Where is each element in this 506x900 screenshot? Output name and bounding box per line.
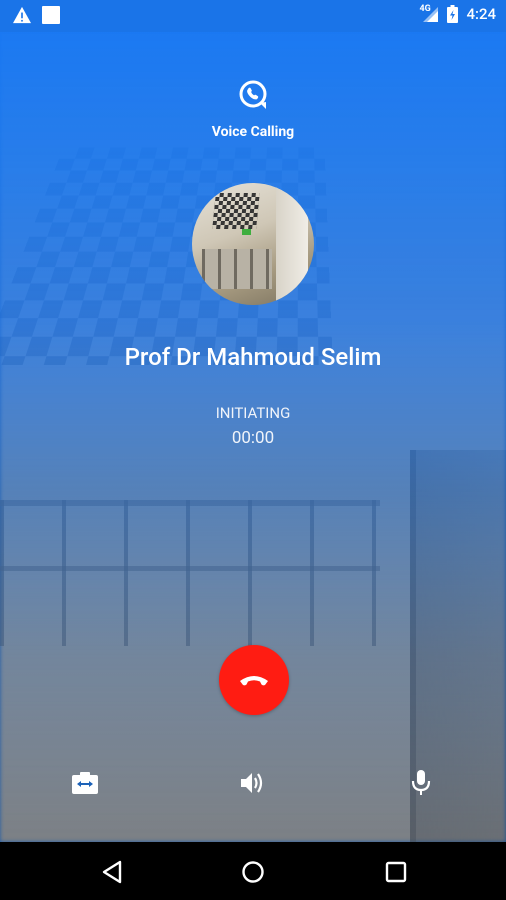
caller-name: Prof Dr Mahmoud Selim [124,343,382,371]
clock: 4:24 [466,5,496,23]
avatar [192,183,314,305]
mute-button[interactable] [406,768,436,798]
warning-icon [13,6,31,24]
call-screen: 4G 4:24 Voice Calling Prof Dr Mahmoud Se… [0,0,506,842]
navigation-bar [0,842,506,900]
call-timer: 00:00 [231,428,275,448]
nav-home-button[interactable] [240,859,266,885]
nav-back-button[interactable] [99,859,125,885]
signal-icon: 4G [419,4,439,23]
end-call-button[interactable] [219,645,289,715]
speaker-button[interactable] [238,768,268,798]
recents-icon [385,861,407,883]
phone-hangup-icon [240,676,268,686]
nav-recents-button[interactable] [383,859,409,885]
switch-camera-icon [72,772,98,794]
status-bar: 4G 4:24 [0,0,506,32]
speaker-icon [241,773,263,793]
notification-square-icon [42,6,60,24]
back-icon [102,860,122,884]
switch-camera-button[interactable] [70,768,100,798]
app-logo-icon [239,80,267,109]
battery-icon [447,5,459,23]
call-status: INITIATING [215,404,291,422]
home-icon [242,861,264,883]
microphone-icon [411,770,431,795]
app-title: Voice Calling [211,124,295,140]
network-type-label: 4G [419,4,431,14]
